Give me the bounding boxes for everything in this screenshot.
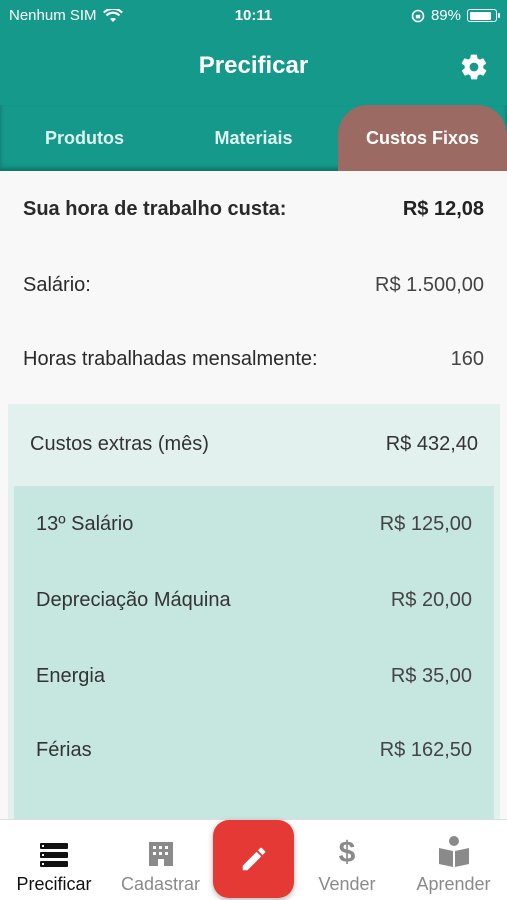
item-label: 13º Salário (36, 512, 134, 535)
tab-bar: Produtos Materiais Custos Fixos (0, 105, 507, 171)
salary-row[interactable]: Salário: R$ 1.500,00 (0, 254, 507, 316)
orientation-lock-icon (411, 9, 425, 22)
nav-aprender[interactable]: Aprender (400, 820, 507, 900)
app-bar: Precificar (0, 30, 507, 105)
list-item[interactable]: Férias R$ 162,50 (14, 730, 494, 770)
item-value: R$ 20,00 (390, 588, 472, 611)
item-label: Energia (36, 664, 105, 687)
battery-icon (467, 9, 500, 22)
list-icon (39, 828, 69, 868)
extras-total: R$ 432,40 (385, 432, 478, 455)
list-item[interactable]: Depreciação Máquina R$ 20,00 (14, 580, 494, 620)
status-bar: Nenhum SIM 10:11 89% (0, 0, 507, 30)
pencil-icon (242, 847, 265, 871)
nav-vender[interactable]: $ Vender (294, 820, 400, 900)
nav-precificar[interactable]: Precificar (0, 820, 108, 900)
hour-cost-label: Sua hora de trabalho custa: (23, 197, 287, 220)
item-value: R$ 162,50 (379, 738, 472, 761)
hour-cost-value: R$ 12,08 (402, 197, 484, 220)
list-item[interactable]: Energia R$ 35,00 (14, 656, 494, 696)
item-label: Férias (36, 738, 92, 761)
hours-label: Horas trabalhadas mensalmente: (23, 347, 318, 370)
hours-value: 160 (450, 347, 484, 370)
nav-label: Aprender (416, 874, 491, 894)
dollar-icon: $ (338, 836, 356, 869)
salary-value: R$ 1.500,00 (375, 273, 484, 296)
status-right: 89% (411, 7, 500, 24)
extras-list: 13º Salário R$ 125,00 Depreciação Máquin… (14, 486, 494, 834)
extras-panel: Custos extras (mês) R$ 432,40 13º Salári… (8, 404, 500, 834)
nav-label: Precificar (16, 874, 92, 894)
salary-label: Salário: (23, 273, 91, 296)
tab-produtos[interactable]: Produtos (0, 105, 169, 171)
nav-label: Cadastrar (120, 874, 201, 894)
tab-materiais[interactable]: Materiais (169, 105, 338, 171)
battery-percent: 89% (430, 7, 461, 24)
list-item[interactable]: 13º Salário R$ 125,00 (14, 504, 494, 544)
page-title: Precificar (198, 52, 309, 79)
item-value: R$ 35,00 (390, 664, 472, 687)
nav-cadastrar[interactable]: Cadastrar (108, 820, 213, 900)
hour-cost-row: Sua hora de trabalho custa: R$ 12,08 (0, 178, 507, 240)
item-value: R$ 125,00 (379, 512, 472, 535)
nav-label: Vender (318, 874, 376, 894)
edit-fab-button[interactable] (213, 820, 294, 898)
book-reader-icon (437, 828, 471, 868)
tab-custos-fixos[interactable]: Custos Fixos (338, 105, 507, 171)
extras-label: Custos extras (mês) (30, 432, 209, 455)
extras-header[interactable]: Custos extras (mês) R$ 432,40 (8, 404, 500, 484)
item-label: Depreciação Máquina (36, 588, 231, 611)
gear-icon[interactable] (459, 52, 489, 82)
building-icon (147, 828, 175, 868)
hours-row[interactable]: Horas trabalhadas mensalmente: 160 (0, 328, 507, 390)
